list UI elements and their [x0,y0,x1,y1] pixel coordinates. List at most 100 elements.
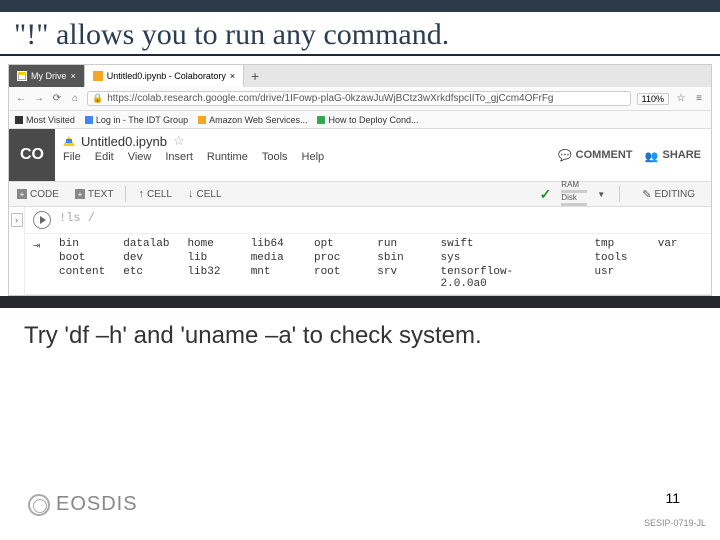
output-item: tools [594,252,639,264]
output-item: usr [594,266,639,290]
output-item: var [658,238,703,250]
output-item: datalab [123,238,169,250]
star-outline-icon[interactable]: ☆ [173,133,185,149]
cell-toolbar: +CODE +TEXT ↑CELL ↓CELL ✓ RAM Disk ▼ ✎ED… [9,181,711,207]
cell-up-button[interactable]: ↑CELL [130,188,180,200]
code-cell[interactable]: !ls / [25,207,711,234]
url-bar-row: ← → ⟳ ⌂ 🔒 https://colab.research.google.… [9,87,711,111]
output-item: bin [59,238,105,250]
output-item: media [251,252,296,264]
slide-code: SESIP-0719-JL [644,518,706,528]
output-item: root [314,266,359,290]
dropdown-icon[interactable]: ▼ [597,190,605,199]
reload-icon[interactable]: ⟳ [51,93,63,104]
plus-icon: + [17,189,27,199]
cells-area: › !ls / ⇥ bindatalabhomelib64optrunswift… [9,207,711,295]
new-tab-button[interactable]: + [244,68,266,84]
output-item: etc [123,266,169,290]
bookmark-mostvisited[interactable]: Most Visited [15,115,75,125]
site-icon [85,116,93,124]
comment-icon: 💬 [558,149,572,162]
menu-icon[interactable]: ≡ [693,93,705,104]
slide-title: "!" allows you to run any command. [0,12,720,56]
close-icon[interactable]: × [230,71,235,81]
output-item [531,266,576,290]
menu-insert[interactable]: Insert [165,151,193,163]
output-item: tmp [594,238,639,250]
star-icon[interactable]: ☆ [675,93,687,104]
output-item: swift [441,238,514,250]
menu-view[interactable]: View [128,151,152,163]
zoom-level[interactable]: 110% [637,93,669,105]
add-code-button[interactable]: +CODE [9,189,67,200]
cell-input[interactable]: !ls / [59,211,95,225]
output-item: lib [187,252,232,264]
tab-label: Untitled0.ipynb - Colaboratory [107,71,226,81]
chevron-right-icon: › [11,213,23,227]
title-quote: "!" [14,18,48,51]
editing-mode[interactable]: ✎EDITING [634,188,703,201]
folder-icon [15,116,23,124]
output-item: content [59,266,105,290]
bookmark-deploy[interactable]: How to Deploy Cond... [317,115,418,125]
url-text: https://colab.research.google.com/drive/… [107,93,553,104]
output-item: lib64 [251,238,296,250]
menu-file[interactable]: File [63,151,81,163]
add-text-button[interactable]: +TEXT [67,189,122,200]
cell-down-button[interactable]: ↓CELL [180,188,230,200]
page-number: 11 [665,490,680,506]
output-item: home [187,238,232,250]
menu-edit[interactable]: Edit [95,151,114,163]
output-item: mnt [251,266,296,290]
ram-disk-meter[interactable]: RAM Disk [561,181,587,207]
output-item: dev [123,252,169,264]
ls-output: bindatalabhomelib64optrunswifttmpvarboot… [59,238,703,290]
menu-help[interactable]: Help [302,151,325,163]
people-icon: 👥 [644,150,658,160]
output-item [658,252,703,264]
site-icon [317,116,325,124]
separator [619,186,620,202]
colab-icon [93,71,103,81]
check-icon: ✓ [540,186,552,203]
arrow-down-icon: ↓ [188,188,194,200]
globe-icon [28,494,50,516]
output-item: boot [59,252,105,264]
notebook-filename[interactable]: Untitled0.ipynb [81,134,167,149]
eosdis-logo: EOSDIS [28,493,138,516]
menu-runtime[interactable]: Runtime [207,151,248,163]
title-rest: allows you to run any command. [48,18,449,51]
side-panel-toggle[interactable]: › [9,207,25,295]
run-cell-button[interactable] [33,211,51,229]
browser-screenshot: My Drive × Untitled0.ipynb - Colaborator… [8,64,712,296]
output-item: opt [314,238,359,250]
output-item: lib32 [187,266,232,290]
close-icon[interactable]: × [71,71,76,81]
output-item [531,252,576,264]
tab-drive[interactable]: My Drive × [9,65,85,87]
back-icon[interactable]: ← [15,93,27,104]
tab-colab[interactable]: Untitled0.ipynb - Colaboratory × [85,65,244,87]
bookmarks-bar: Most Visited Log in - The IDT Group Amaz… [9,111,711,129]
colab-header: CO Untitled0.ipynb ☆ File Edit View Inse… [9,129,711,181]
separator [125,186,126,202]
logo-text: EOSDIS [56,493,138,516]
share-button[interactable]: 👥SHARE [644,149,701,161]
plus-icon: + [75,189,85,199]
output-item [658,266,703,290]
comment-button[interactable]: 💬COMMENT [558,149,633,162]
bookmark-aws[interactable]: Amazon Web Services... [198,115,307,125]
forward-icon[interactable]: → [33,93,45,104]
bottom-bar [0,296,720,308]
output-item: proc [314,252,359,264]
url-field[interactable]: 🔒 https://colab.research.google.com/driv… [87,91,631,106]
colab-logo: CO [9,129,55,181]
home-icon[interactable]: ⌂ [69,93,81,104]
menu-tools[interactable]: Tools [262,151,288,163]
output-cell: ⇥ bindatalabhomelib64optrunswifttmpvarbo… [25,234,711,295]
tab-label: My Drive [31,71,67,81]
slide-top-bar [0,0,720,12]
output-item: srv [377,266,422,290]
output-item: tensorflow-2.0.0a0 [441,266,514,290]
bookmark-idt[interactable]: Log in - The IDT Group [85,115,188,125]
